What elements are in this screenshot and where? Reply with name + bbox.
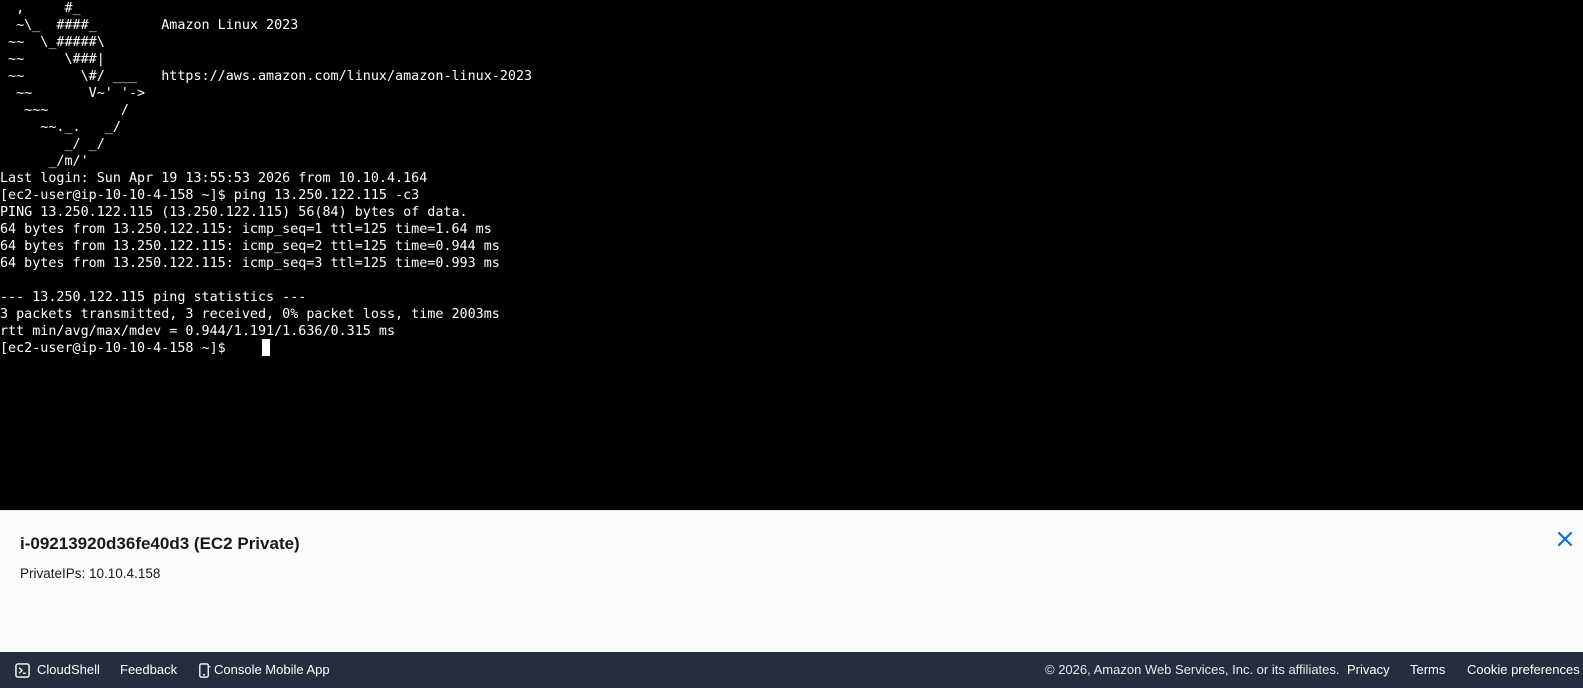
terminal-line: 64 bytes from 13.250.122.115: icmp_seq=3… (0, 256, 500, 271)
terminal-line: --- 13.250.122.115 ping statistics --- (0, 290, 307, 305)
privacy-link[interactable]: Privacy (1347, 652, 1390, 688)
terminal-prompt-line: [ec2-user@ip-10-10-4-158 ~]$ (0, 341, 234, 356)
console-footer: CloudShell Feedback Console Mobile App ©… (0, 652, 1583, 688)
terminal-line: [ec2-user@ip-10-10-4-158 ~]$ ping 13.250… (0, 188, 420, 203)
instance-private-ips: PrivateIPs: 10.10.4.158 (20, 566, 161, 581)
terminal-line: 64 bytes from 13.250.122.115: icmp_seq=2… (0, 239, 500, 254)
cloudshell-button[interactable]: CloudShell (15, 652, 100, 688)
terminal-line: , #_ (0, 1, 81, 16)
mobile-phone-icon (199, 663, 211, 678)
instance-title: i-09213920d36fe40d3 (EC2 Private) (20, 534, 300, 553)
terminal-line: Last login: Sun Apr 19 13:55:53 2026 fro… (0, 171, 428, 186)
terminal-window[interactable]: , #_ ~\_ ####_ Amazon Linux 2023 ~~ \_##… (0, 0, 1583, 510)
instance-info-panel: i-09213920d36fe40d3 (EC2 Private) Privat… (0, 510, 1583, 653)
terminal-line: ~~ \#/ ___ https://aws.amazon.com/linux/… (0, 69, 533, 84)
cookie-preferences-link[interactable]: Cookie preferences (1467, 652, 1580, 688)
terminal-line: 64 bytes from 13.250.122.115: icmp_seq=1… (0, 222, 492, 237)
terminal-line: _/ _/ (0, 137, 105, 152)
terminal-icon (15, 663, 30, 678)
terminal-line: rtt min/avg/max/mdev = 0.944/1.191/1.636… (0, 324, 396, 339)
terminal-line: ~~ \###| (0, 52, 105, 67)
terminal-line: 3 packets transmitted, 3 received, 0% pa… (0, 307, 500, 322)
terminal-line: ~~~ / (0, 103, 129, 118)
terminal-line: ~\_ ####_ Amazon Linux 2023 (0, 18, 299, 33)
console-mobile-app-link[interactable]: Console Mobile App (197, 652, 330, 688)
terminal-line: ~~ V~' '-> (0, 86, 146, 101)
terms-link[interactable]: Terms (1410, 652, 1445, 688)
copyright-text: © 2026, Amazon Web Services, Inc. or its… (1045, 662, 1340, 677)
close-button[interactable] (1553, 527, 1577, 551)
cloudshell-label: CloudShell (37, 662, 100, 677)
terminal-line: ~~ \_#####\ (0, 35, 105, 50)
console-mobile-app-label: Console Mobile App (214, 662, 330, 677)
terminal-line: _/m/' (0, 154, 89, 169)
terminal-line: PING 13.250.122.115 (13.250.122.115) 56(… (0, 205, 468, 220)
terminal-cursor (262, 339, 270, 356)
terminal-line: ~~._. _/ (0, 120, 121, 135)
close-icon (1557, 531, 1573, 547)
feedback-link[interactable]: Feedback (120, 652, 177, 688)
